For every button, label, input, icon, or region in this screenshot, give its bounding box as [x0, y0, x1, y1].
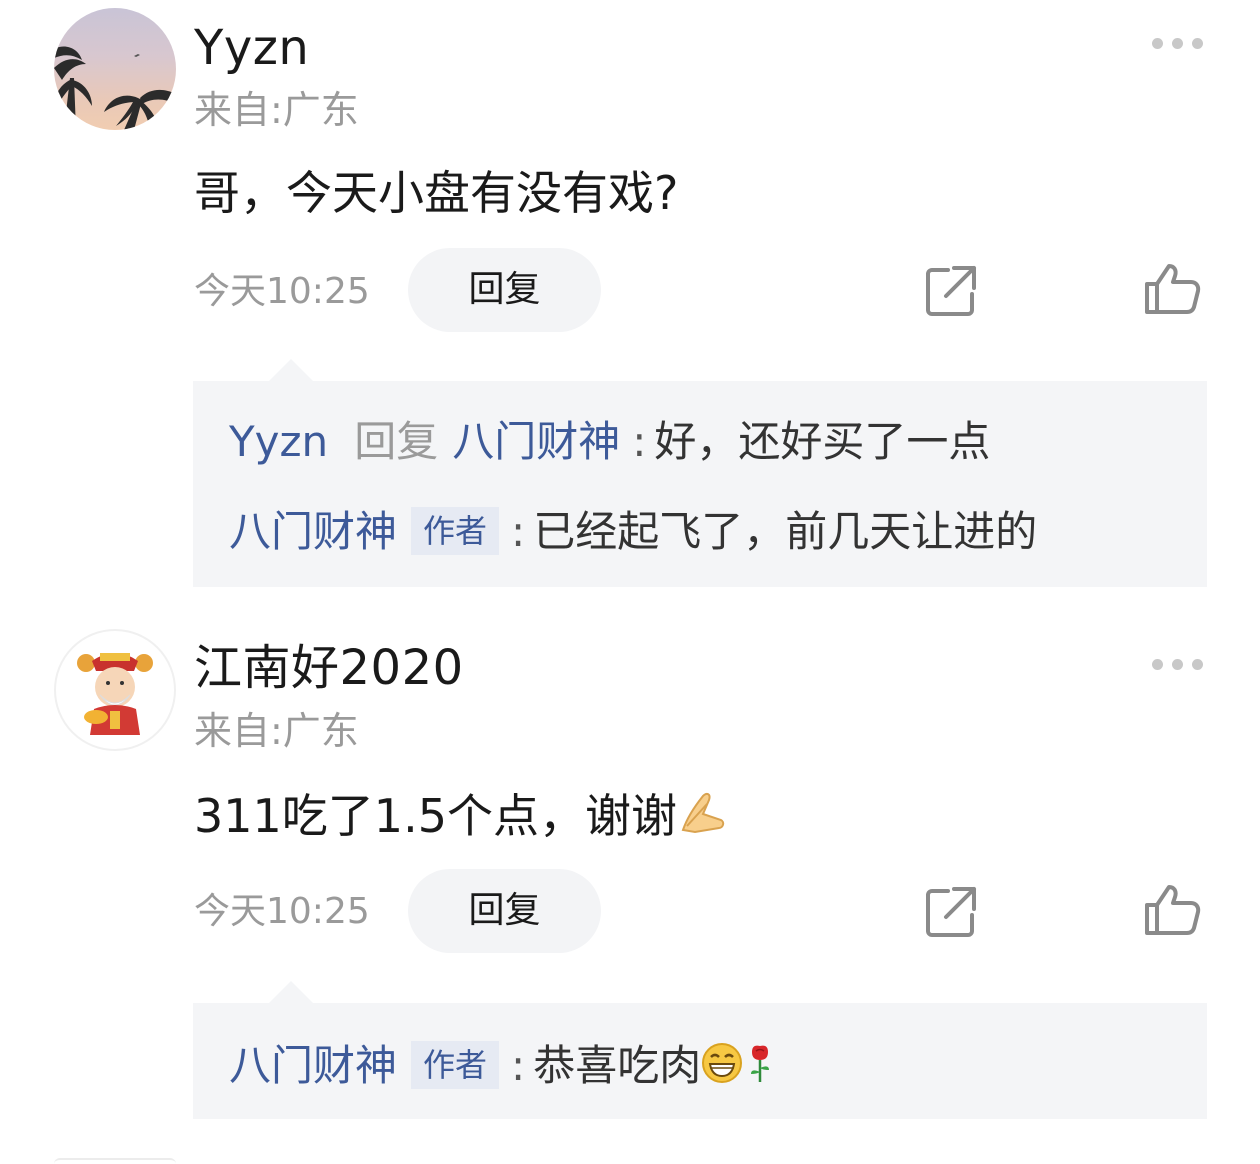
thread-target-name[interactable]: 八门财神 — [452, 417, 620, 466]
more-options-icon[interactable] — [1148, 33, 1208, 53]
reply-thread: Yyzn 回复 八门财神: 好，还好买了一点 八门财神 作者: 已经起飞了，前几天让进的 — [193, 359, 1207, 587]
location-label: 来自:广东 — [194, 709, 359, 753]
thread-author-name[interactable]: 八门财神 — [229, 507, 397, 556]
reply-thread: 八门财神 作者: 恭喜吃肉 — [193, 981, 1207, 1119]
avatar-caishen-image — [77, 653, 153, 735]
reply-button[interactable]: 回复 — [408, 248, 601, 332]
thread-author-name[interactable]: Yyzn — [229, 417, 328, 466]
reply-word: 回复 — [354, 417, 439, 466]
timestamp: 今天10:25 — [194, 891, 370, 932]
author-badge: 作者 — [411, 1041, 500, 1089]
avatar[interactable] — [54, 8, 176, 130]
thread-author-name[interactable]: 八门财神 — [229, 1041, 397, 1090]
username[interactable]: Yyzn — [194, 24, 309, 72]
author-badge: 作者 — [411, 507, 500, 555]
location-label: 来自:广东 — [194, 88, 359, 132]
more-options-icon[interactable] — [1148, 654, 1208, 674]
thread-reply-text: 好，还好买了一点 — [654, 417, 991, 466]
avatar-palm-sky-image — [54, 46, 176, 130]
colon: : — [511, 1041, 526, 1090]
reply-button[interactable]: 回复 — [408, 869, 601, 953]
share-icon[interactable] — [924, 264, 978, 318]
comment-text-row: 311吃了1.5个点，谢谢 — [194, 790, 727, 843]
thread-reply-row[interactable]: Yyzn 回复 八门财神: 好，还好买了一点 — [229, 421, 990, 463]
share-icon[interactable] — [924, 885, 978, 939]
thread-reply-text: 已经起飞了，前几天让进的 — [533, 507, 1038, 556]
avatar[interactable] — [54, 629, 176, 751]
grin-emoji — [701, 1042, 743, 1091]
timestamp: 今天10:25 — [194, 271, 370, 312]
thread-reply-row[interactable]: 八门财神 作者: 恭喜吃肉 — [229, 1041, 777, 1091]
colon: : — [632, 417, 647, 466]
rose-emoji — [743, 1042, 777, 1091]
thread-reply-row[interactable]: 八门财神 作者: 已经起飞了，前几天让进的 — [229, 507, 1037, 555]
username[interactable]: 江南好2020 — [194, 644, 464, 692]
next-comment-avatar-partial — [54, 1158, 176, 1164]
comment-text: 311吃了1.5个点，谢谢 — [194, 789, 677, 843]
colon: : — [511, 507, 526, 556]
thumbs-up-icon[interactable] — [1143, 262, 1201, 316]
thread-reply-text: 恭喜吃肉 — [533, 1041, 702, 1090]
pray-hands-emoji — [677, 790, 727, 843]
thumbs-up-icon[interactable] — [1143, 883, 1201, 937]
comment-text: 哥，今天小盘有没有戏? — [194, 166, 679, 220]
